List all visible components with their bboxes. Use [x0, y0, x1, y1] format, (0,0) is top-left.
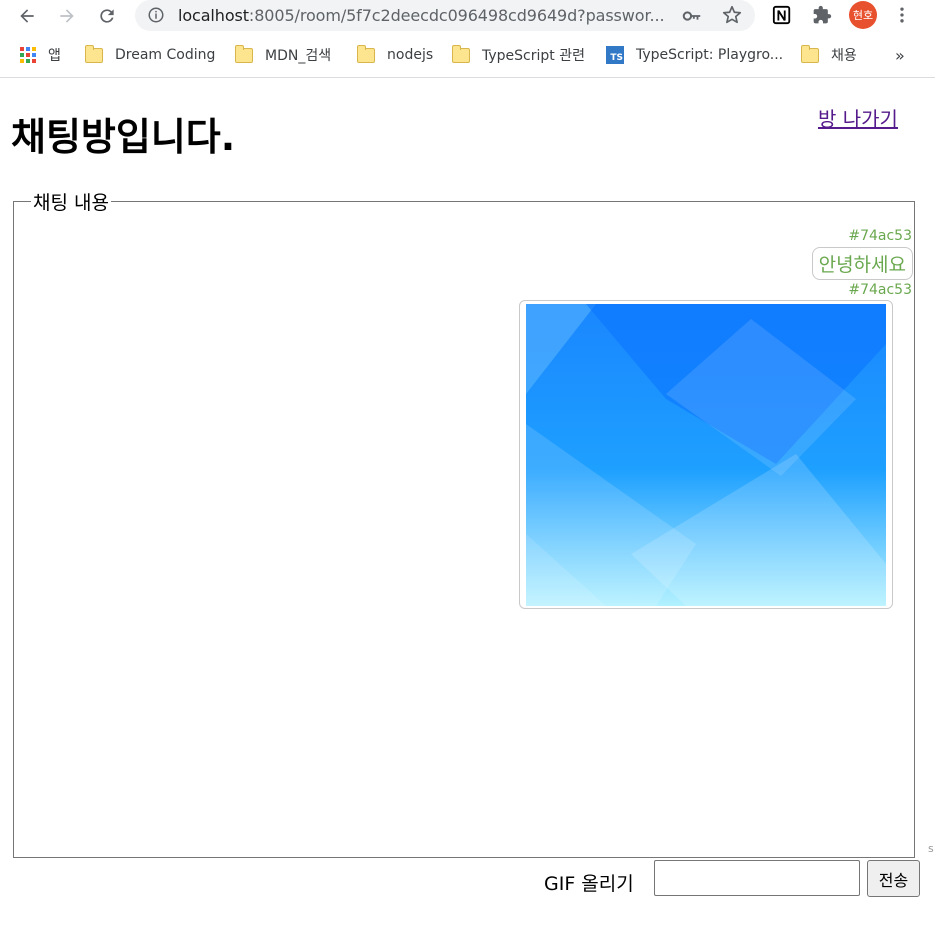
url-text[interactable]: localhost:8005/room/5f7c2deecdc096498cd9…	[178, 6, 665, 25]
address-bar[interactable]: localhost:8005/room/5f7c2deecdc096498cd9…	[135, 0, 755, 31]
bookmark-typescript-playground[interactable]: TS TypeScript: Playgro...	[606, 44, 783, 66]
bookmarks-bar: 앱 Dream Coding MDN_검색 nodejs TypeScript …	[0, 38, 935, 70]
folder-icon	[801, 44, 819, 63]
bookmark-dream-coding[interactable]: Dream Coding	[85, 44, 215, 66]
bookmark-label: Dream Coding	[115, 47, 216, 63]
url-host: localhost	[178, 6, 249, 25]
gif-upload-label: GIF 올리기	[544, 873, 634, 895]
scrollbar-edge: s	[928, 842, 934, 855]
info-icon[interactable]	[147, 6, 165, 24]
menu-kebab-icon[interactable]	[891, 4, 913, 26]
send-button[interactable]: 전송	[867, 860, 920, 897]
bookmark-typescript-folder[interactable]: TypeScript 관련	[452, 44, 585, 66]
bookmark-label: 앱	[48, 48, 61, 64]
url-path: :8005/room/5f7c2deecdc096498cd9649d?pass…	[248, 6, 665, 25]
apps-grid-icon	[20, 47, 36, 63]
profile-avatar[interactable]: 현호	[849, 1, 877, 29]
folder-icon	[452, 44, 470, 63]
folder-icon	[235, 44, 253, 63]
gif-message	[519, 300, 893, 609]
toolbar-divider	[0, 77, 935, 78]
bookmark-overflow-button[interactable]: »	[895, 44, 905, 66]
bookmark-label: TypeScript: Playgro...	[636, 47, 784, 63]
bookmark-mdn[interactable]: MDN_검색	[235, 44, 331, 66]
key-icon[interactable]	[681, 5, 703, 27]
reload-icon	[100, 9, 114, 23]
message-input[interactable]	[654, 860, 860, 896]
message-bubble: 안녕하세요	[811, 247, 913, 280]
back-button[interactable]	[13, 2, 41, 30]
folder-icon	[357, 44, 375, 63]
back-arrow-icon	[20, 9, 34, 23]
message-username: #74ac53	[848, 228, 912, 244]
reload-button[interactable]	[93, 2, 121, 30]
folder-icon	[85, 44, 103, 63]
gif-image	[526, 304, 886, 606]
star-icon[interactable]	[721, 4, 743, 26]
bookmark-label: MDN_검색	[265, 48, 332, 64]
forward-button[interactable]	[53, 2, 81, 30]
forward-arrow-icon	[60, 9, 74, 23]
page-title: 채팅방입니다.	[11, 115, 236, 159]
bookmark-label: TypeScript 관련	[482, 48, 585, 64]
bookmark-label: 채용	[831, 48, 857, 64]
bookmark-apps[interactable]: 앱	[20, 44, 61, 66]
leave-room-link[interactable]: 방 나가기	[818, 103, 898, 132]
chat-legend: 채팅 내용	[33, 192, 109, 214]
message-username: #74ac53	[848, 282, 912, 298]
bookmark-nodejs[interactable]: nodejs	[357, 44, 433, 66]
bookmark-jobs[interactable]: 채용	[801, 44, 857, 66]
typescript-icon: TS	[606, 46, 624, 64]
extensions-puzzle-icon[interactable]	[811, 4, 833, 26]
notion-extension-icon[interactable]	[771, 4, 793, 26]
browser-toolbar: localhost:8005/room/5f7c2deecdc096498cd9…	[0, 0, 935, 32]
bookmark-label: nodejs	[387, 47, 434, 63]
